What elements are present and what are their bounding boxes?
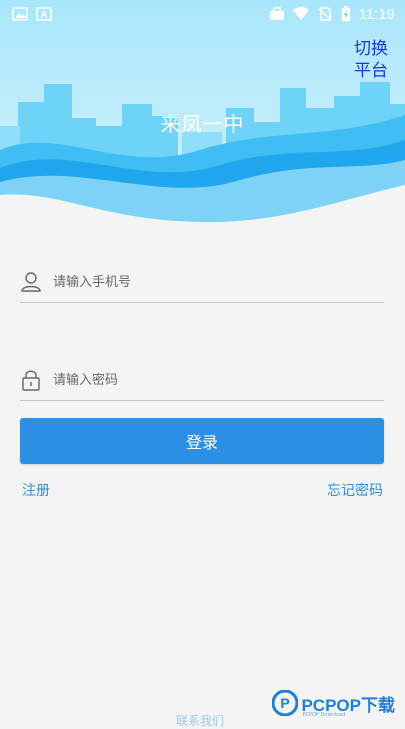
user-icon: [21, 272, 41, 292]
lock-icon: [22, 370, 40, 391]
briefcase-icon: [269, 7, 284, 20]
a-notification-icon: A: [36, 7, 52, 21]
phone-field: [20, 262, 384, 303]
contact-us-link[interactable]: 联系我们: [176, 712, 224, 729]
status-bar: A 11:19: [0, 0, 405, 28]
pcpop-logo-icon: P: [272, 690, 299, 716]
status-time: 11:19: [358, 5, 395, 23]
switch-platform-label-line1: 切换: [354, 39, 388, 59]
phone-input[interactable]: [51, 273, 384, 291]
login-button[interactable]: 登录: [20, 418, 384, 464]
switch-platform-label-line2: 平台: [354, 61, 388, 81]
no-sim-icon: [318, 7, 332, 21]
wifi-icon: [292, 7, 309, 20]
app-title: 来凤一中: [160, 112, 245, 136]
header-banner: 来凤一中 切换 平台: [0, 0, 405, 230]
forgot-password-link[interactable]: 忘记密码: [327, 480, 383, 500]
register-link[interactable]: 注册: [22, 480, 50, 500]
switch-platform-button[interactable]: 切换 平台: [351, 38, 391, 82]
password-field: [20, 360, 384, 401]
image-icon: [12, 7, 28, 21]
watermark-logo: P PCPOP下载 PCPOP Download: [272, 690, 395, 718]
password-input[interactable]: [51, 371, 384, 389]
watermark-subtext: PCPOP Download: [302, 712, 346, 718]
svg-text:A: A: [40, 10, 47, 21]
battery-charging-icon: [341, 6, 350, 21]
svg-text:P: P: [281, 695, 290, 711]
